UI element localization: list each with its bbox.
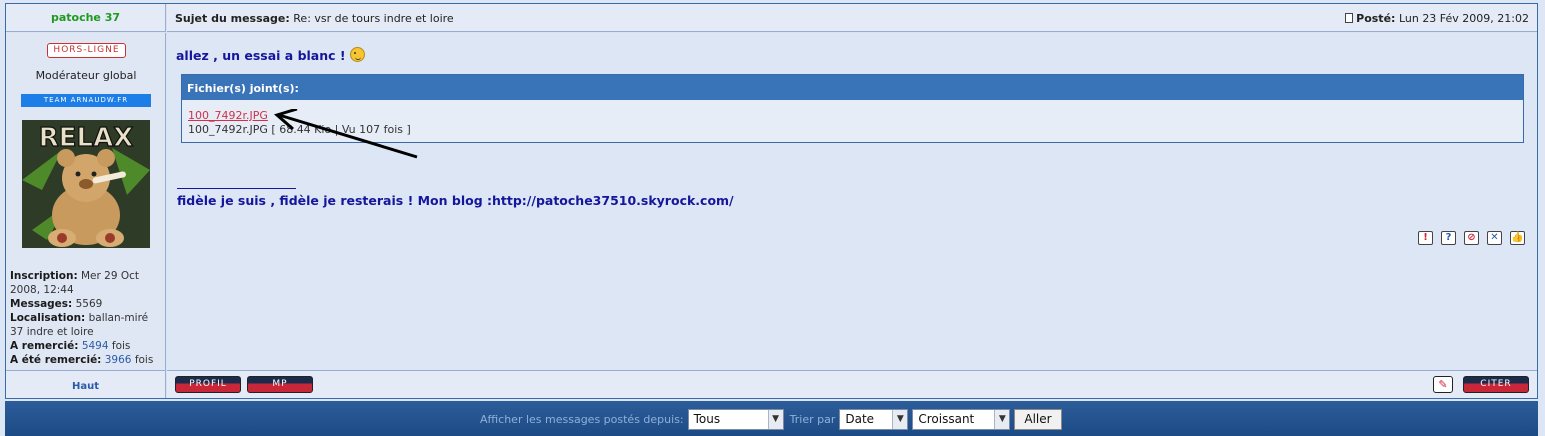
post-frame: patoche 37 Sujet du message: Re: vsr de … <box>5 3 1538 399</box>
moderation-icons: ! ? ⊘ ✕ 👍 <box>1418 231 1525 245</box>
warn-icon[interactable]: ⊘ <box>1464 231 1479 245</box>
subject-label: Sujet du message: <box>175 12 290 25</box>
top-link-cell: Haut <box>6 370 166 398</box>
posted-date: Posté: Lun 23 Fév 2009, 21:02 <box>1345 12 1529 25</box>
signature: fidèle je suis , fidèle je resterais ! M… <box>177 193 734 208</box>
edit-icon[interactable]: ✎ <box>1433 376 1453 393</box>
post-header: Sujet du message: Re: vsr de tours indre… <box>167 4 1537 32</box>
report-icon[interactable]: ! <box>1418 231 1433 245</box>
top-link[interactable]: Haut <box>72 381 99 392</box>
posted-label: Posté: <box>1356 12 1396 25</box>
offline-badge: HORS-LIGNE <box>47 43 126 58</box>
wink-smiley-icon <box>349 47 365 62</box>
go-button[interactable]: Aller <box>1014 409 1062 430</box>
stat-thanked: A remercié: 5494 fois <box>10 340 131 352</box>
author-cell: patoche 37 <box>6 4 166 32</box>
delete-icon[interactable]: ✕ <box>1487 231 1502 245</box>
user-stats: Inscription: Mer 29 Oct 2008, 12:44 Mess… <box>10 269 164 367</box>
info-icon[interactable]: ? <box>1441 231 1456 245</box>
display-options-bar: Afficher les messages postés depuis: Tou… <box>5 401 1538 436</box>
chevron-down-icon: ▼ <box>892 410 908 429</box>
thanks-icon[interactable]: 👍 <box>1510 231 1525 245</box>
stat-location: Localisation: ballan-miré 37 indre et lo… <box>10 312 149 338</box>
quote-button[interactable]: CITER <box>1463 376 1529 393</box>
message-body: allez , un essai a blanc ! Fichier(s) jo… <box>167 33 1537 370</box>
order-select[interactable]: Croissant ▼ <box>912 409 1011 430</box>
chevron-down-icon: ▼ <box>994 410 1010 429</box>
attachment-title: Fichier(s) joint(s): <box>182 75 1523 100</box>
avatar-text: RELAX <box>39 123 134 153</box>
subject: Sujet du message: Re: vsr de tours indre… <box>175 12 454 25</box>
show-select[interactable]: Tous ▼ <box>687 409 784 430</box>
chevron-down-icon: ▼ <box>767 410 783 429</box>
profile-button[interactable]: PROFIL <box>175 376 241 393</box>
stat-was-thanked: A été remercié: 3966 fois <box>10 354 154 366</box>
stat-inscription: Inscription: Mer 29 Oct 2008, 12:44 <box>10 270 140 296</box>
author-name[interactable]: patoche 37 <box>51 11 120 24</box>
signature-divider <box>177 188 296 189</box>
stat-messages: Messages: 5569 <box>10 298 103 310</box>
posted-value: Lun 23 Fév 2009, 21:02 <box>1398 12 1529 25</box>
display-options: Afficher les messages postés depuis: Tou… <box>480 409 1062 430</box>
profile-column: HORS-LIGNE Modérateur global TEAM ARNAUD… <box>6 33 166 370</box>
pm-button[interactable]: MP <box>247 376 313 393</box>
teddy-bear-avatar-icon: RELAX <box>22 120 150 248</box>
post-link-icon[interactable] <box>1345 13 1354 23</box>
subject-text: Re: vsr de tours indre et loire <box>293 12 454 25</box>
sort-label: Trier par <box>789 413 836 426</box>
team-banner: TEAM ARNAUDW.FR <box>21 94 151 107</box>
message-text: allez , un essai a blanc ! <box>176 47 365 63</box>
user-rank: Modérateur global <box>35 69 137 82</box>
post-footer: PROFIL MP ✎ CITER <box>167 370 1537 398</box>
sort-select[interactable]: Date ▼ <box>839 409 909 430</box>
avatar: RELAX <box>22 120 150 248</box>
attachment-link[interactable]: 100_7492r.JPG <box>188 109 268 122</box>
arrow-annotation-icon <box>273 109 418 159</box>
show-label: Afficher les messages postés depuis: <box>480 413 684 426</box>
